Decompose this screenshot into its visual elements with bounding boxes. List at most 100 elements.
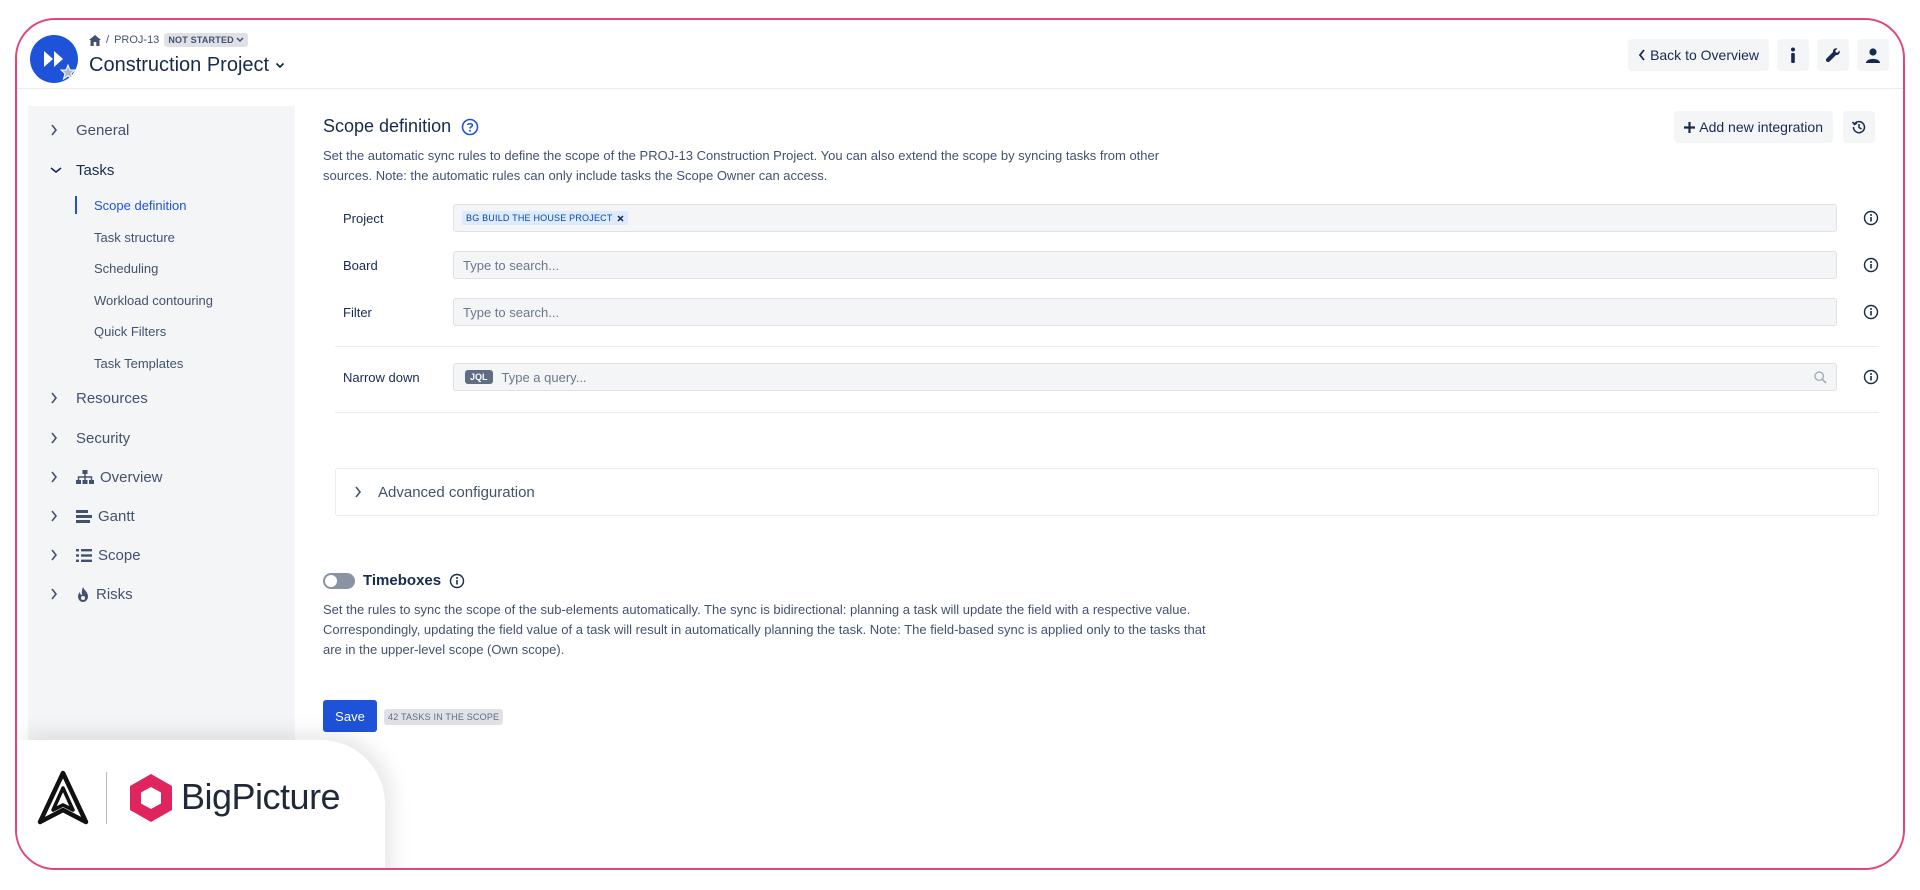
settings-button[interactable]: [1817, 39, 1849, 71]
project-title: Construction Project: [89, 54, 270, 76]
project-label: Project: [343, 210, 384, 226]
list-icon: [76, 548, 92, 562]
advanced-configuration-label: Advanced configuration: [378, 483, 535, 501]
timeboxes-label: Timeboxes: [363, 572, 442, 589]
scope-count-badge: 42 TASKS IN THE SCOPE: [384, 709, 504, 725]
info-icon[interactable]: [1863, 369, 1879, 385]
page-description: Set the automatic sync rules to define t…: [323, 148, 1160, 183]
chevron-left-icon: [1638, 49, 1645, 61]
narrow-down-row: Narrow down JQL Type a query...: [343, 362, 1879, 392]
project-row: Project BG BUILD THE HOUSE PROJECT: [343, 203, 1879, 233]
add-new-integration-label: Add new integration: [1699, 119, 1823, 135]
advanced-configuration-toggle[interactable]: Advanced configuration: [335, 468, 1879, 516]
user-button[interactable]: [1857, 39, 1889, 71]
star-icon[interactable]: [60, 64, 76, 80]
chevron-down-icon: [275, 62, 285, 69]
sidebar-item-label: Scope: [98, 546, 141, 564]
back-to-overview-button[interactable]: Back to Overview: [1628, 39, 1769, 71]
bigpicture-logo-icon: [130, 774, 172, 822]
sidebar-item-scope[interactable]: Scope: [28, 540, 295, 570]
chevron-down-icon: [236, 37, 244, 43]
sidebar-item-gantt[interactable]: Gantt: [28, 501, 295, 531]
save-button[interactable]: Save: [323, 700, 377, 732]
sidebar-item-general[interactable]: General: [28, 115, 295, 145]
breadcrumb-project-key[interactable]: PROJ-13: [114, 34, 159, 46]
sidebar-item-label: Gantt: [98, 507, 135, 525]
search-icon[interactable]: [1814, 371, 1827, 384]
divider: [335, 412, 1879, 413]
sidebar-subitem-task-templates[interactable]: Task Templates: [94, 352, 183, 374]
jql-badge: JQL: [465, 370, 493, 384]
chevron-right-icon: [355, 486, 362, 498]
sidebar-subitem-workload-contouring[interactable]: Workload contouring: [94, 289, 213, 311]
timeboxes-toggle[interactable]: [323, 572, 355, 589]
sidebar-item-label: Tasks: [76, 161, 115, 179]
sidebar-item-label: General: [76, 121, 130, 139]
project-select[interactable]: BG BUILD THE HOUSE PROJECT: [453, 204, 1837, 232]
brand-name: BigPicture: [181, 776, 341, 817]
status-dropdown[interactable]: NOT STARTED: [164, 33, 248, 47]
board-label: Board: [343, 257, 378, 273]
brand-overlay: BigPicture: [17, 740, 385, 868]
chevron-right-icon: [50, 510, 70, 522]
filter-row: Filter Type to search...: [343, 297, 1879, 327]
home-icon[interactable]: [89, 34, 101, 46]
timeboxes-description: Set the rules to sync the scope of the s…: [323, 602, 1206, 657]
info-icon[interactable]: [1863, 304, 1879, 320]
hierarchy-icon: [76, 470, 94, 484]
sidebar-item-risks[interactable]: Risks: [28, 579, 295, 609]
chevron-right-icon: [50, 124, 70, 136]
header-actions: Back to Overview: [1628, 39, 1889, 71]
chevron-right-icon: [50, 471, 70, 483]
board-placeholder: Type to search...: [463, 257, 560, 273]
jql-query-input[interactable]: JQL Type a query...: [453, 363, 1837, 391]
settings-sidebar: General Tasks Scope definition Task stru…: [28, 106, 295, 806]
board-select[interactable]: Type to search...: [453, 251, 1837, 279]
chevron-down-icon: [50, 166, 70, 174]
app-window: / PROJ-13 NOT STARTED Construction Proje…: [15, 18, 1905, 870]
sidebar-item-overview[interactable]: Overview: [28, 462, 295, 492]
sidebar-subitem-task-structure[interactable]: Task structure: [94, 226, 175, 248]
sidebar-subitem-scheduling[interactable]: Scheduling: [94, 257, 158, 279]
info-icon[interactable]: [1863, 210, 1879, 226]
filter-select[interactable]: Type to search...: [453, 298, 1837, 326]
timeboxes-header: Timeboxes: [323, 572, 465, 589]
filter-placeholder: Type to search...: [463, 304, 560, 320]
sidebar-item-tasks[interactable]: Tasks: [28, 155, 295, 185]
jql-placeholder: Type a query...: [501, 369, 587, 385]
back-to-overview-label: Back to Overview: [1650, 47, 1759, 63]
board-row: Board Type to search...: [343, 250, 1879, 280]
sidebar-item-label: Resources: [76, 389, 148, 407]
chevron-right-icon: [50, 392, 70, 404]
appfire-logo-icon: [37, 770, 89, 825]
project-tag: BG BUILD THE HOUSE PROJECT: [462, 211, 628, 225]
breadcrumb: / PROJ-13 NOT STARTED: [89, 33, 248, 47]
info-icon[interactable]: [449, 573, 465, 589]
narrow-down-label: Narrow down: [343, 369, 420, 385]
help-icon[interactable]: [461, 118, 479, 136]
sidebar-subitem-scope-definition[interactable]: Scope definition: [94, 194, 187, 216]
info-icon[interactable]: [1863, 257, 1879, 273]
info-button[interactable]: [1777, 39, 1809, 71]
status-label: NOT STARTED: [168, 35, 234, 45]
history-button[interactable]: [1843, 111, 1875, 143]
fire-icon: [76, 586, 90, 602]
chevron-right-icon: [50, 549, 70, 561]
breadcrumb-separator: /: [106, 34, 110, 46]
remove-tag-icon[interactable]: [617, 214, 624, 222]
sidebar-subitem-quick-filters[interactable]: Quick Filters: [94, 320, 166, 342]
section-header: Scope definition: [323, 116, 479, 137]
divider: [335, 346, 1879, 347]
header: / PROJ-13 NOT STARTED Construction Proje…: [17, 20, 1903, 89]
user-icon: [1866, 48, 1880, 63]
info-icon: [1791, 47, 1795, 63]
sidebar-item-security[interactable]: Security: [28, 423, 295, 453]
page-title: Scope definition: [323, 116, 452, 136]
active-indicator: [75, 196, 77, 214]
add-new-integration-button[interactable]: Add new integration: [1674, 111, 1833, 143]
sidebar-item-label: Overview: [100, 468, 163, 486]
sidebar-item-resources[interactable]: Resources: [28, 383, 295, 413]
sidebar-item-label: Security: [76, 429, 131, 447]
project-title-dropdown[interactable]: Construction Project: [89, 54, 285, 77]
sidebar-item-label: Risks: [96, 585, 133, 603]
